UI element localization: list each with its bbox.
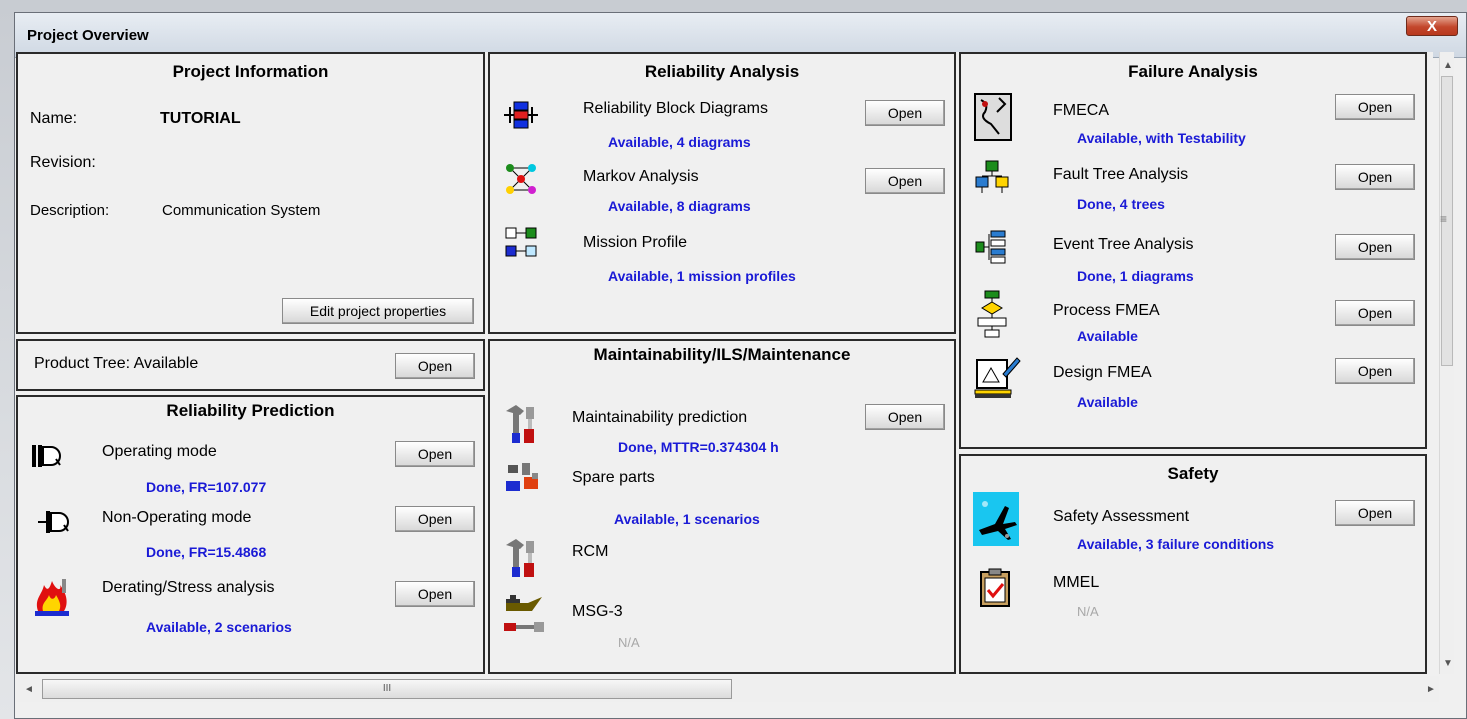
process-fmea-icon (977, 290, 1007, 338)
operating-mode-label: Operating mode (102, 443, 217, 460)
fault-tree-label: Fault Tree Analysis (1053, 166, 1189, 183)
close-button[interactable]: X (1406, 16, 1458, 36)
rcm-label: RCM (572, 543, 609, 560)
operating-mode-icon (32, 445, 61, 467)
fmeca-status: Available, with Testability (1077, 130, 1246, 146)
design-fmea-status: Available (1077, 394, 1138, 410)
non-operating-mode-open-button[interactable]: Open (395, 506, 475, 532)
oil-can-icon (504, 595, 544, 632)
maintainability-prediction-open-button[interactable]: Open (865, 404, 945, 430)
msg3-label: MSG-3 (572, 603, 623, 620)
product-tree-label: Product Tree: Available (34, 355, 199, 372)
panel-title: Safety (1167, 464, 1219, 483)
spare-parts-label: Spare parts (572, 469, 655, 486)
vertical-scrollbar[interactable]: ▲ ≡ ▼ (1439, 52, 1454, 674)
fault-tree-icon (975, 160, 1009, 193)
mission-profile-label: Mission Profile (583, 234, 688, 251)
event-tree-label: Event Tree Analysis (1053, 236, 1194, 253)
scroll-up-arrow-icon[interactable]: ▲ (1443, 60, 1453, 71)
safety-assessment-status: Available, 3 failure conditions (1077, 536, 1275, 552)
safety-panel: Safety Safety Assessment Available, 3 fa… (959, 454, 1427, 674)
mission-profile-icon (505, 227, 537, 257)
derating-open-button[interactable]: Open (395, 581, 475, 607)
safety-assessment-open-button[interactable]: Open (1335, 500, 1415, 526)
design-fmea-label: Design FMEA (1053, 364, 1152, 381)
horizontal-scrollbar[interactable]: ◄ III ► (16, 676, 1439, 702)
design-fmea-open-button[interactable]: Open (1335, 358, 1415, 384)
process-fmea-label: Process FMEA (1053, 302, 1160, 319)
markov-icon (506, 164, 536, 194)
mmel-label: MMEL (1053, 574, 1100, 591)
rbd-label: Reliability Block Diagrams (583, 100, 768, 117)
mmel-status: N/A (1077, 604, 1099, 619)
product-tree-open-button[interactable]: Open (395, 353, 475, 379)
event-tree-open-button[interactable]: Open (1335, 234, 1415, 260)
edit-project-properties-button[interactable]: Edit project properties (282, 298, 474, 324)
rcm-tools-icon (506, 539, 534, 577)
non-operating-mode-label: Non-Operating mode (102, 509, 252, 526)
mission-profile-status: Available, 1 mission profiles (608, 268, 796, 284)
failure-analysis-panel: Failure Analysis FMECA Available, with T… (959, 52, 1427, 449)
scroll-right-arrow-icon[interactable]: ► (1426, 684, 1436, 695)
rbd-status: Available, 4 diagrams (608, 134, 751, 150)
fmeca-label: FMECA (1053, 102, 1109, 119)
event-tree-icon (975, 230, 1006, 264)
maintainability-prediction-label: Maintainability prediction (572, 409, 748, 426)
panel-title: Project Information (172, 62, 329, 81)
derating-flame-icon (35, 579, 69, 616)
product-tree-panel: Product Tree: Available Open (16, 339, 485, 391)
markov-status: Available, 8 diagrams (608, 198, 751, 214)
revision-label: Revision: (30, 154, 96, 171)
fmeca-open-button[interactable]: Open (1335, 94, 1415, 120)
safety-assessment-label: Safety Assessment (1053, 508, 1190, 525)
spare-parts-status: Available, 1 scenarios (614, 511, 760, 527)
msg3-status: N/A (618, 635, 640, 650)
scroll-left-arrow-icon[interactable]: ◄ (24, 684, 34, 695)
block-diagram-icon (504, 101, 538, 129)
derating-status: Available, 2 scenarios (146, 619, 292, 635)
operating-mode-open-button[interactable]: Open (395, 441, 475, 467)
fmeca-icon (974, 93, 1012, 141)
fault-tree-status: Done, 4 trees (1077, 196, 1165, 212)
rbd-open-button[interactable]: Open (865, 100, 945, 126)
process-fmea-open-button[interactable]: Open (1335, 300, 1415, 326)
maintainability-prediction-status: Done, MTTR=0.374304 h (618, 439, 779, 455)
description-value: Communication System (162, 202, 321, 219)
design-fmea-icon (974, 357, 1021, 398)
project-information-panel: Project Information Name: TUTORIAL Revis… (16, 52, 485, 334)
panel-title: Maintainability/ILS/Maintenance (593, 345, 851, 364)
overview-content: Project Information Name: TUTORIAL Revis… (16, 52, 1433, 674)
tools-icon (506, 405, 534, 443)
airplane-icon (973, 492, 1019, 546)
reliability-analysis-panel: Reliability Analysis Reliability Block D… (488, 52, 956, 334)
horizontal-scroll-thumb[interactable]: III (42, 679, 732, 699)
markov-open-button[interactable]: Open (865, 168, 945, 194)
fault-tree-open-button[interactable]: Open (1335, 164, 1415, 190)
scroll-grip: ≡ (1440, 212, 1448, 226)
description-label: Description: (30, 202, 110, 219)
spare-parts-icon (506, 463, 538, 491)
project-name-value: TUTORIAL (160, 110, 241, 127)
clipboard-check-icon (980, 568, 1010, 607)
non-operating-mode-icon (38, 511, 69, 533)
maintainability-panel: Maintainability/ILS/Maintenance Maintain… (488, 339, 956, 674)
event-tree-status: Done, 1 diagrams (1077, 268, 1194, 284)
operating-mode-status: Done, FR=107.077 (146, 479, 267, 495)
name-label: Name: (30, 110, 78, 127)
derating-label: Derating/Stress analysis (102, 579, 275, 596)
panel-title: Reliability Prediction (166, 401, 335, 420)
reliability-prediction-panel: Reliability Prediction Operating mode Do… (16, 395, 485, 674)
panel-title: Failure Analysis (1128, 62, 1258, 81)
panel-title: Reliability Analysis (644, 62, 800, 81)
window-title: Project Overview (27, 27, 149, 44)
non-operating-mode-status: Done, FR=15.4868 (146, 544, 267, 560)
markov-label: Markov Analysis (583, 168, 699, 185)
process-fmea-status: Available (1077, 328, 1138, 344)
scroll-down-arrow-icon[interactable]: ▼ (1443, 658, 1453, 669)
